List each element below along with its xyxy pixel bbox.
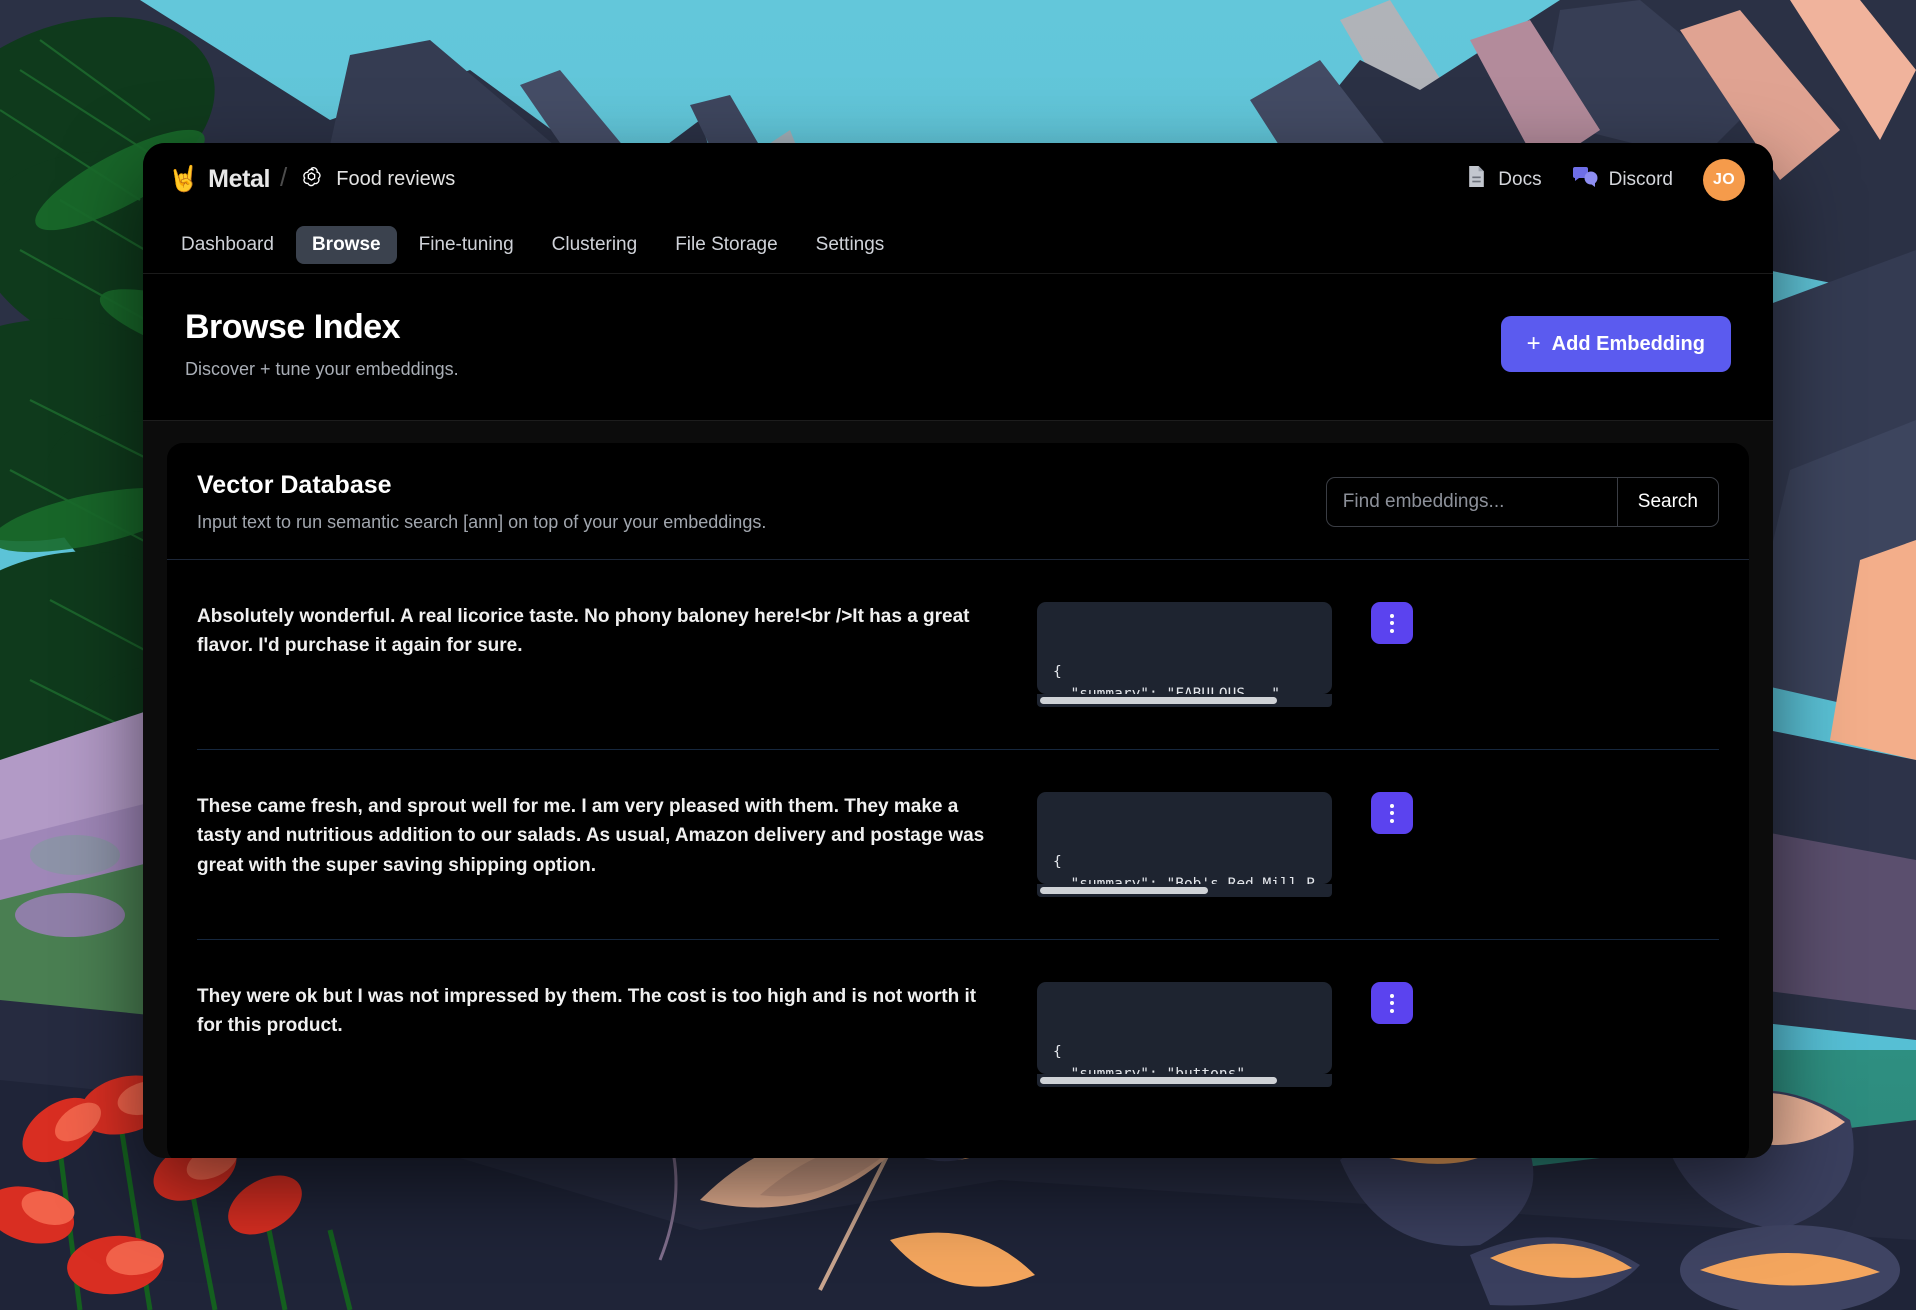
discord-chat-icon [1572, 166, 1598, 194]
row-actions [1332, 982, 1452, 1024]
kebab-dot [1390, 803, 1394, 808]
tab-browse[interactable]: Browse [295, 225, 397, 264]
search-input[interactable] [1326, 478, 1617, 526]
metadata-json-viewer[interactable]: { "summary": "Bob's Red Mill P "id": "A3… [1037, 792, 1332, 884]
card-subtitle: Input text to run semantic search [ann] … [197, 512, 767, 532]
table-row: Absolutely wonderful. A real licorice ta… [197, 560, 1719, 750]
user-avatar[interactable]: JO [1703, 158, 1745, 201]
kebab-menu-icon[interactable] [1371, 982, 1413, 1024]
metadata-scrollbar-thumb[interactable] [1040, 697, 1277, 704]
vector-database-card: Vector Database Input text to run semant… [167, 443, 1749, 1158]
plus-icon: + [1526, 330, 1541, 357]
search-button[interactable]: Search [1616, 478, 1718, 526]
metadata-json-content: { "summary": "Bob's Red Mill P "id": "A3… [1053, 853, 1315, 884]
page-subtitle: Discover + tune your embeddings. [185, 359, 459, 379]
embedding-metadata: { "summary": "buttons", "id": "A1DFNY4MZ… [1037, 982, 1332, 1087]
add-embedding-label: Add Embedding [1551, 332, 1705, 355]
kebab-dot [1390, 621, 1394, 625]
metadata-scrollbar[interactable] [1037, 694, 1332, 707]
docs-link[interactable]: Docs [1466, 165, 1542, 194]
metal-app-window: 🤘 Metal / Food reviews Docs Discord JO D… [143, 143, 1773, 1158]
tab-clustering[interactable]: Clustering [536, 226, 654, 264]
page-title: Browse Index [185, 308, 401, 346]
card-header: Vector Database Input text to run semant… [167, 443, 1749, 560]
embedding-text: Absolutely wonderful. A real licorice ta… [197, 606, 970, 657]
tab-fine-tuning[interactable]: Fine-tuning [403, 226, 530, 264]
table-row: These came fresh, and sprout well for me… [197, 750, 1719, 940]
breadcrumb-separator: / [280, 162, 288, 192]
embedding-text: These came fresh, and sprout well for me… [197, 796, 985, 876]
discord-link[interactable]: Discord [1572, 166, 1673, 194]
kebab-dot [1390, 1008, 1394, 1013]
metadata-scrollbar-thumb[interactable] [1040, 887, 1208, 894]
project-name: Food reviews [336, 168, 456, 190]
kebab-dot [1390, 993, 1394, 998]
metadata-json-content: { "summary": "FABULOUS...", "id": "A2WMZ… [1053, 663, 1289, 694]
docs-label: Docs [1498, 168, 1542, 190]
tab-settings[interactable]: Settings [800, 226, 901, 264]
brand-name: Metal [208, 165, 271, 193]
metadata-json-content: { "summary": "buttons", "id": "A1DFNY4MZ… [1053, 1043, 1254, 1074]
topbar-actions: Docs Discord JO [1466, 158, 1745, 201]
brand-logo[interactable]: 🤘 Metal [168, 165, 270, 194]
embedding-metadata: { "summary": "Bob's Red Mill P "id": "A3… [1037, 792, 1332, 897]
page-header: Browse Index Discover + tune your embedd… [143, 274, 1773, 421]
kebab-menu-icon[interactable] [1371, 602, 1413, 644]
add-embedding-button[interactable]: + Add Embedding [1500, 316, 1731, 372]
embedding-metadata: { "summary": "FABULOUS...", "id": "A2WMZ… [1037, 602, 1332, 707]
document-icon [1466, 165, 1487, 194]
metadata-json-viewer[interactable]: { "summary": "FABULOUS...", "id": "A2WMZ… [1037, 602, 1332, 694]
tab-file-storage[interactable]: File Storage [659, 226, 793, 264]
kebab-dot [1390, 1001, 1394, 1005]
embedding-rows: Absolutely wonderful. A real licorice ta… [167, 560, 1749, 1129]
embedding-text: They were ok but I was not impressed by … [197, 986, 977, 1037]
kebab-dot [1390, 811, 1394, 815]
app-topbar: 🤘 Metal / Food reviews Docs Discord JO [143, 143, 1773, 216]
card-title: Vector Database [197, 471, 392, 499]
metadata-json-viewer[interactable]: { "summary": "buttons", "id": "A1DFNY4MZ… [1037, 982, 1332, 1074]
kebab-dot [1390, 628, 1394, 633]
breadcrumb-project[interactable]: Food reviews [299, 165, 455, 195]
discord-label: Discord [1608, 168, 1673, 190]
table-row: They were ok but I was not impressed by … [197, 940, 1719, 1129]
row-actions [1332, 602, 1452, 644]
search-group: Search [1325, 477, 1719, 527]
page-header-text: Browse Index Discover + tune your embedd… [185, 308, 459, 380]
main-navigation: Dashboard Browse Fine-tuning Clustering … [143, 216, 1773, 274]
openai-logo-icon [299, 165, 324, 195]
tab-dashboard[interactable]: Dashboard [165, 226, 290, 264]
metadata-scrollbar-thumb[interactable] [1040, 1077, 1277, 1084]
kebab-dot [1390, 613, 1394, 618]
kebab-menu-icon[interactable] [1371, 792, 1413, 834]
metadata-scrollbar[interactable] [1037, 1074, 1332, 1087]
rock-on-hand-icon: 🤘 [168, 165, 200, 193]
card-container: Vector Database Input text to run semant… [143, 421, 1773, 1158]
row-actions [1332, 792, 1452, 834]
metadata-scrollbar[interactable] [1037, 884, 1332, 897]
card-header-text: Vector Database Input text to run semant… [197, 471, 766, 533]
kebab-dot [1390, 818, 1394, 823]
